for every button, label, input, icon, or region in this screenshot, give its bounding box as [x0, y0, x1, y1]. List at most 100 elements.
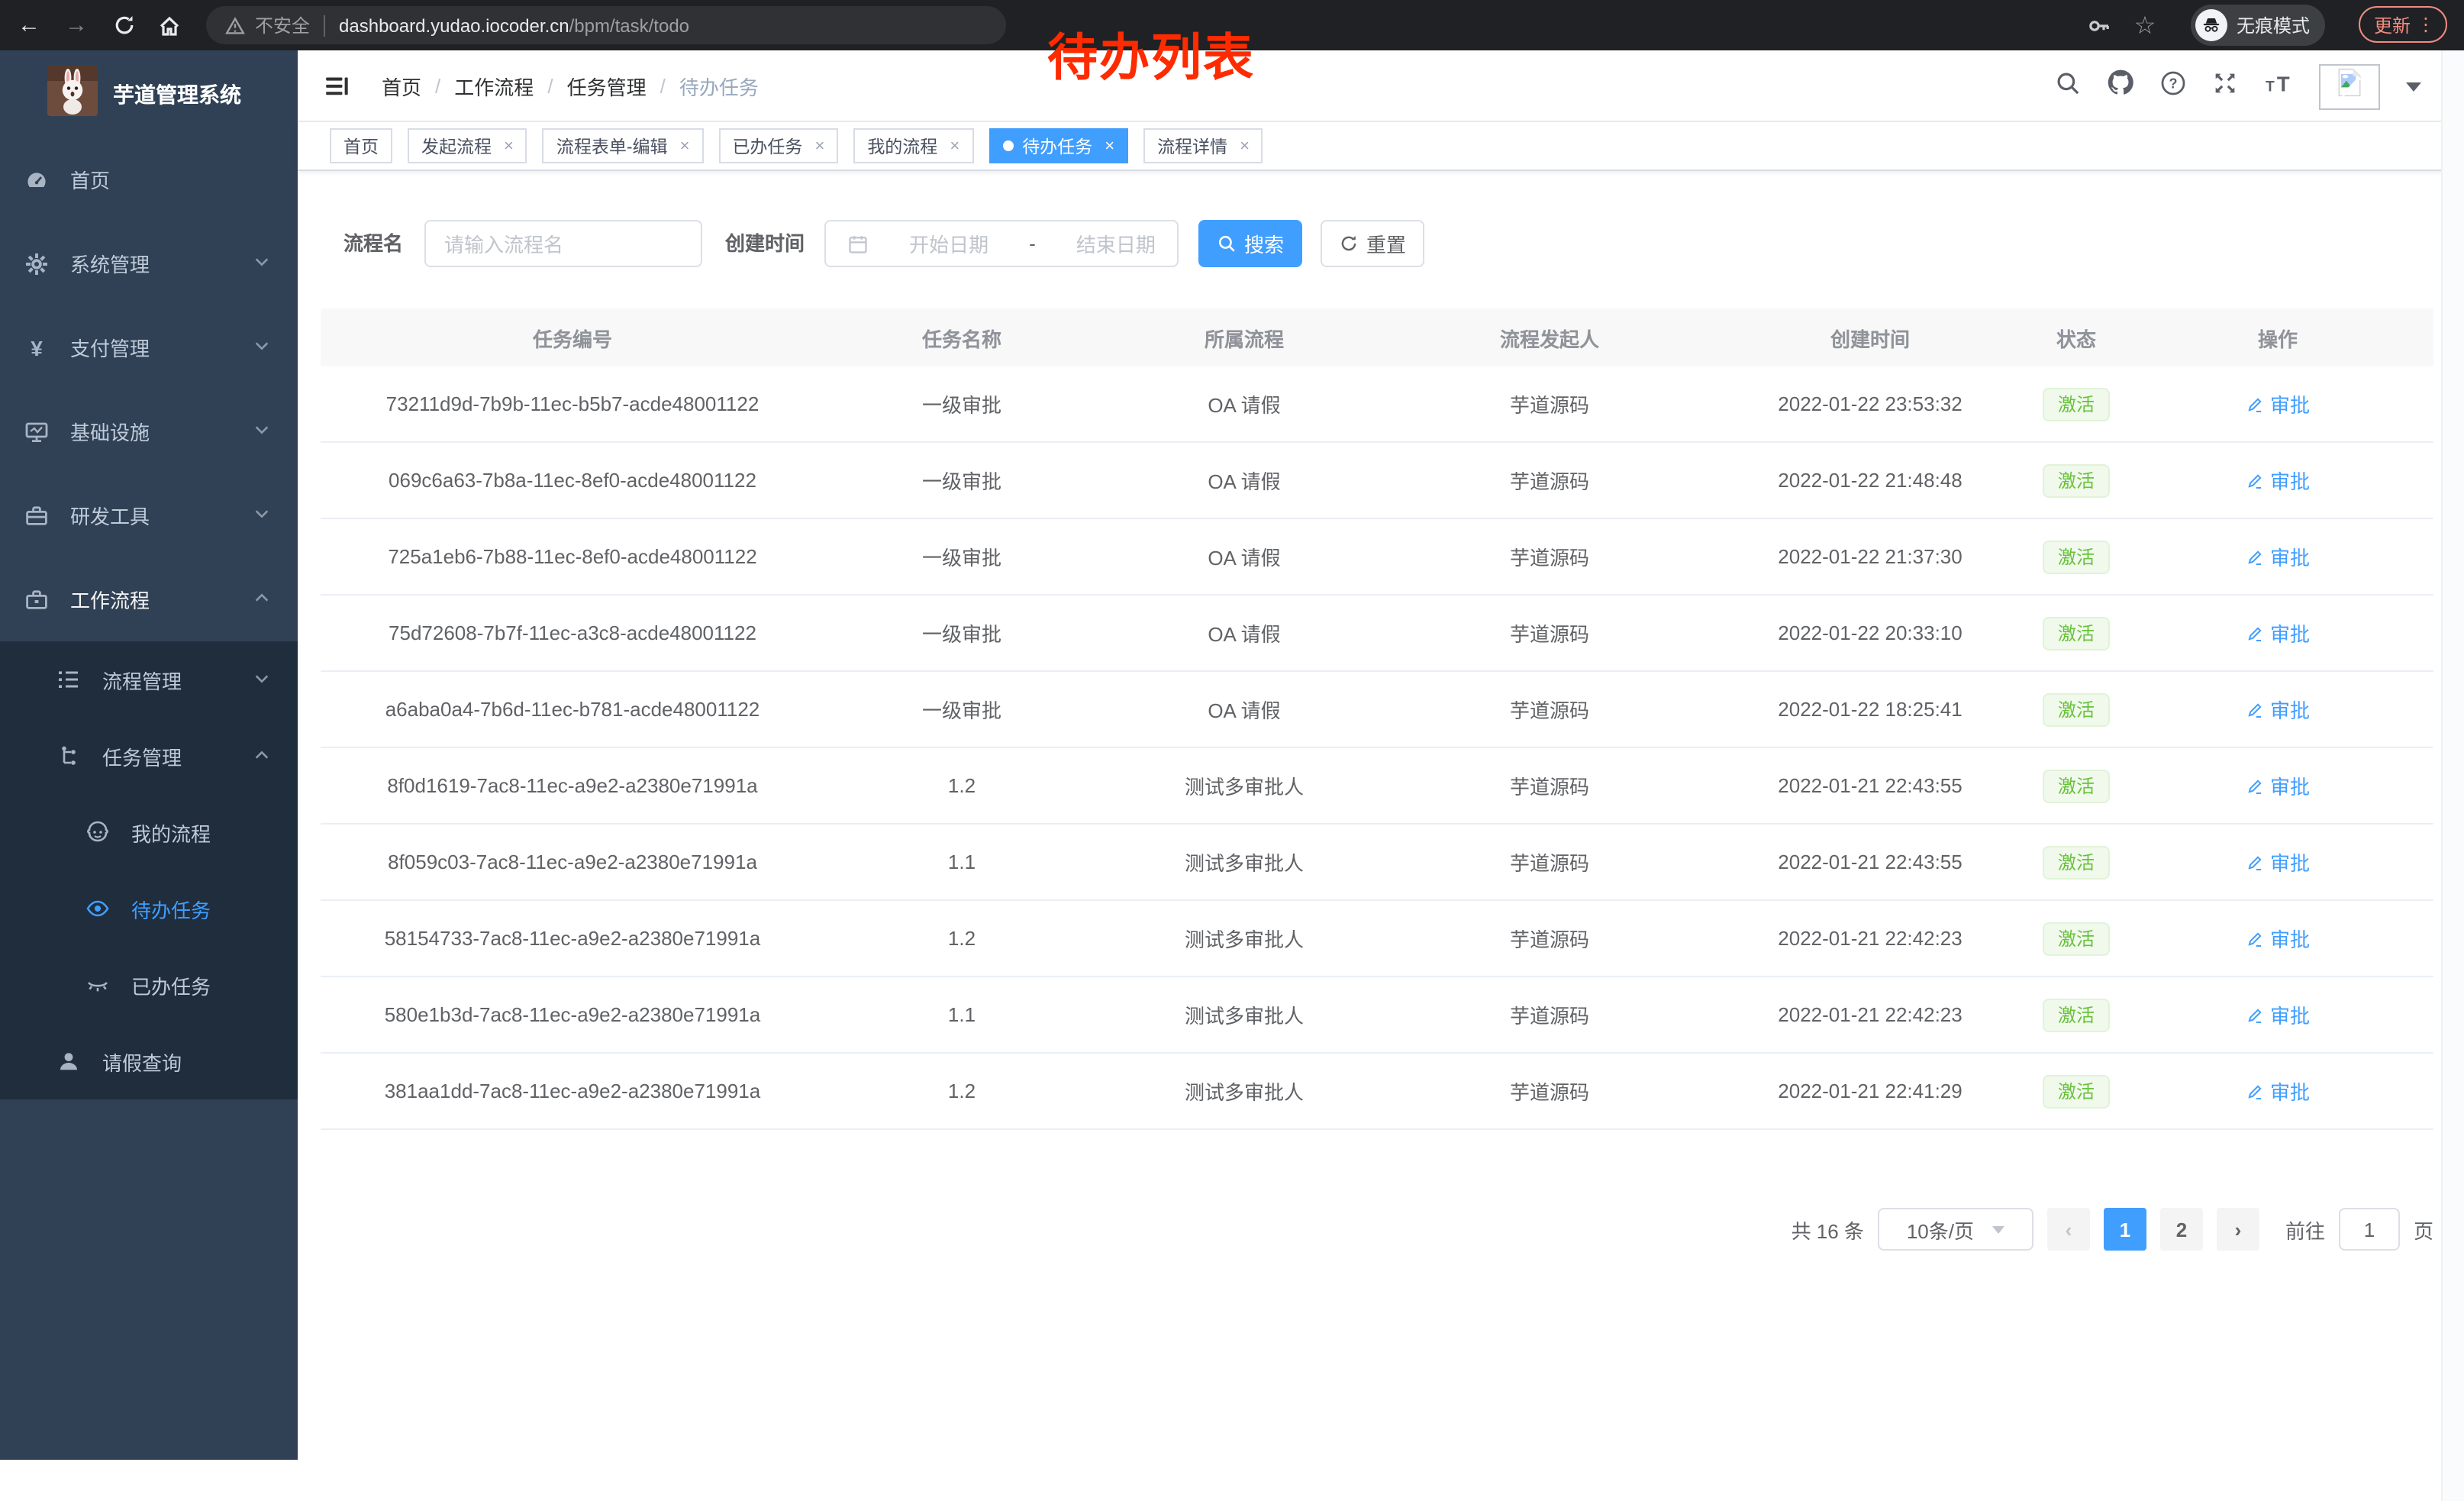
created-time-cell: 2022-01-21 22:43:55 — [1710, 851, 2030, 873]
sidebar-item-支付管理[interactable]: ¥支付管理 — [0, 305, 298, 389]
next-page-button[interactable]: › — [2217, 1208, 2259, 1251]
column-header-创建时间: 创建时间 — [1710, 323, 2030, 352]
sidebar-item-我的流程[interactable]: 我的流程 — [0, 794, 298, 870]
face-icon — [85, 820, 110, 844]
forward-icon[interactable]: → — [56, 0, 96, 50]
tab-待办任务[interactable]: 待办任务× — [989, 128, 1128, 163]
close-icon[interactable]: × — [680, 137, 690, 155]
sidebar-item-研发工具[interactable]: 研发工具 — [0, 473, 298, 557]
approve-link[interactable]: 审批 — [2246, 618, 2310, 647]
sidebar-item-系统管理[interactable]: 系统管理 — [0, 221, 298, 305]
process-cell: OA 请假 — [1099, 389, 1389, 418]
approve-link[interactable]: 审批 — [2246, 924, 2310, 953]
address-bar[interactable]: 不安全 dashboard.yudao.iocoder.cn/bpm/task/… — [206, 6, 1006, 44]
action-cell: 审批 — [2122, 466, 2433, 495]
back-icon[interactable]: ← — [9, 0, 49, 50]
key-icon[interactable] — [2079, 0, 2119, 50]
prev-page-button[interactable]: ‹ — [2047, 1208, 2090, 1251]
font-size-icon[interactable]: TT — [2264, 69, 2293, 103]
avatar[interactable] — [2319, 63, 2380, 109]
sidebar-item-工作流程[interactable]: 工作流程 — [0, 557, 298, 641]
approve-link[interactable]: 审批 — [2246, 1077, 2310, 1106]
close-icon[interactable]: × — [814, 137, 824, 155]
breadcrumb-item-任务管理[interactable]: 任务管理 — [567, 72, 647, 101]
sidebar-item-待办任务[interactable]: 待办任务 — [0, 870, 298, 947]
tab-已办任务[interactable]: 已办任务× — [718, 128, 838, 163]
update-label[interactable]: 更新 — [2374, 11, 2411, 37]
sidebar-item-基础设施[interactable]: 基础设施 — [0, 389, 298, 473]
reload-icon[interactable] — [104, 0, 144, 50]
created-time-cell: 2022-01-21 22:42:23 — [1710, 1003, 2030, 1026]
close-icon[interactable]: × — [1240, 137, 1250, 155]
approve-link[interactable]: 审批 — [2246, 389, 2310, 418]
breadcrumb-item-首页[interactable]: 首页 — [382, 72, 421, 101]
sidebar-item-任务管理[interactable]: 任务管理 — [0, 718, 298, 794]
approve-link-label: 审批 — [2270, 389, 2310, 418]
search-button[interactable]: 搜索 — [1198, 220, 1302, 267]
approve-link[interactable]: 审批 — [2246, 771, 2310, 800]
breadcrumb-item-工作流程[interactable]: 工作流程 — [454, 72, 534, 101]
fullscreen-icon[interactable] — [2212, 69, 2238, 103]
reset-button[interactable]: 重置 — [1321, 220, 1424, 267]
help-icon[interactable]: ? — [2160, 69, 2186, 103]
goto-page-input[interactable]: 1 — [2339, 1208, 2400, 1251]
approve-link[interactable]: 审批 — [2246, 542, 2310, 571]
page-size-select[interactable]: 10条/页 — [1878, 1208, 2033, 1251]
breadcrumb-separator: / — [547, 75, 553, 98]
breadcrumb-separator: / — [435, 75, 440, 98]
app-logo[interactable]: 芋道管理系统 — [0, 50, 298, 137]
sidebar-item-label: 研发工具 — [70, 501, 150, 530]
tab-流程表单-编辑[interactable]: 流程表单-编辑× — [543, 128, 704, 163]
github-icon[interactable] — [2107, 69, 2134, 104]
process-cell: OA 请假 — [1099, 542, 1389, 571]
page-button-2[interactable]: 2 — [2160, 1208, 2203, 1251]
pencil-icon — [2246, 395, 2264, 413]
approve-link[interactable]: 审批 — [2246, 847, 2310, 876]
page-button-1[interactable]: 1 — [2104, 1208, 2146, 1251]
close-icon[interactable]: × — [504, 137, 514, 155]
status-badge: 激活 — [2043, 540, 2110, 573]
screen: ← → 不安全 dashboard.yudao.iocoder.cn/bpm/t… — [0, 0, 2464, 1501]
scrollbar[interactable] — [2441, 50, 2464, 1501]
column-header-操作: 操作 — [2122, 323, 2433, 352]
tab-label: 首页 — [343, 134, 379, 158]
sidebar-item-label: 流程管理 — [102, 665, 182, 694]
status-badge: 激活 — [2043, 387, 2110, 421]
pencil-icon — [2246, 929, 2264, 947]
security-warning-label: 不安全 — [255, 12, 310, 38]
home-icon[interactable] — [150, 0, 189, 50]
tab-流程详情[interactable]: 流程详情× — [1143, 128, 1263, 163]
created-time-cell: 2022-01-22 21:37:30 — [1710, 545, 2030, 568]
search-icon[interactable] — [2055, 69, 2081, 103]
date-range-input[interactable]: 开始日期 - 结束日期 — [824, 220, 1179, 267]
process-cell: 测试多审批人 — [1099, 1077, 1389, 1106]
sidebar-item-请假查询[interactable]: 请假查询 — [0, 1023, 298, 1099]
browser-update-button[interactable]: 更新 ⋮ — [2359, 6, 2447, 43]
chevron-down-icon — [253, 504, 270, 527]
task-id-cell: 069c6a63-7b8a-11ec-8ef0-acde48001122 — [321, 469, 824, 492]
chevron-down-icon — [253, 668, 270, 691]
bookmark-star-icon[interactable]: ☆ — [2125, 0, 2165, 50]
close-icon[interactable]: × — [950, 137, 959, 155]
logo-image — [47, 65, 98, 123]
approve-link[interactable]: 审批 — [2246, 466, 2310, 495]
tab-首页[interactable]: 首页 — [330, 128, 392, 163]
browser-menu-icon[interactable]: ⋮ — [2417, 15, 2435, 34]
avatar-dropdown-icon[interactable] — [2406, 82, 2421, 91]
action-cell: 审批 — [2122, 695, 2433, 724]
svg-text:T: T — [2266, 79, 2275, 95]
approve-link[interactable]: 审批 — [2246, 695, 2310, 724]
process-name-input[interactable]: 请输入流程名 — [424, 220, 702, 267]
sidebar-collapse-icon[interactable] — [324, 73, 350, 107]
close-icon[interactable]: × — [1105, 137, 1114, 155]
sidebar-item-已办任务[interactable]: 已办任务 — [0, 947, 298, 1023]
tab-我的流程[interactable]: 我的流程× — [853, 128, 973, 163]
sidebar-item-label: 任务管理 — [102, 741, 182, 770]
sidebar-item-首页[interactable]: 首页 — [0, 137, 298, 221]
approve-link[interactable]: 审批 — [2246, 1000, 2310, 1029]
pencil-icon — [2246, 471, 2264, 489]
page-size-value: 10条/页 — [1907, 1215, 1974, 1244]
table-row: 069c6a63-7b8a-11ec-8ef0-acde48001122一级审批… — [321, 443, 2433, 519]
tab-发起流程[interactable]: 发起流程× — [408, 128, 527, 163]
sidebar-item-流程管理[interactable]: 流程管理 — [0, 641, 298, 718]
